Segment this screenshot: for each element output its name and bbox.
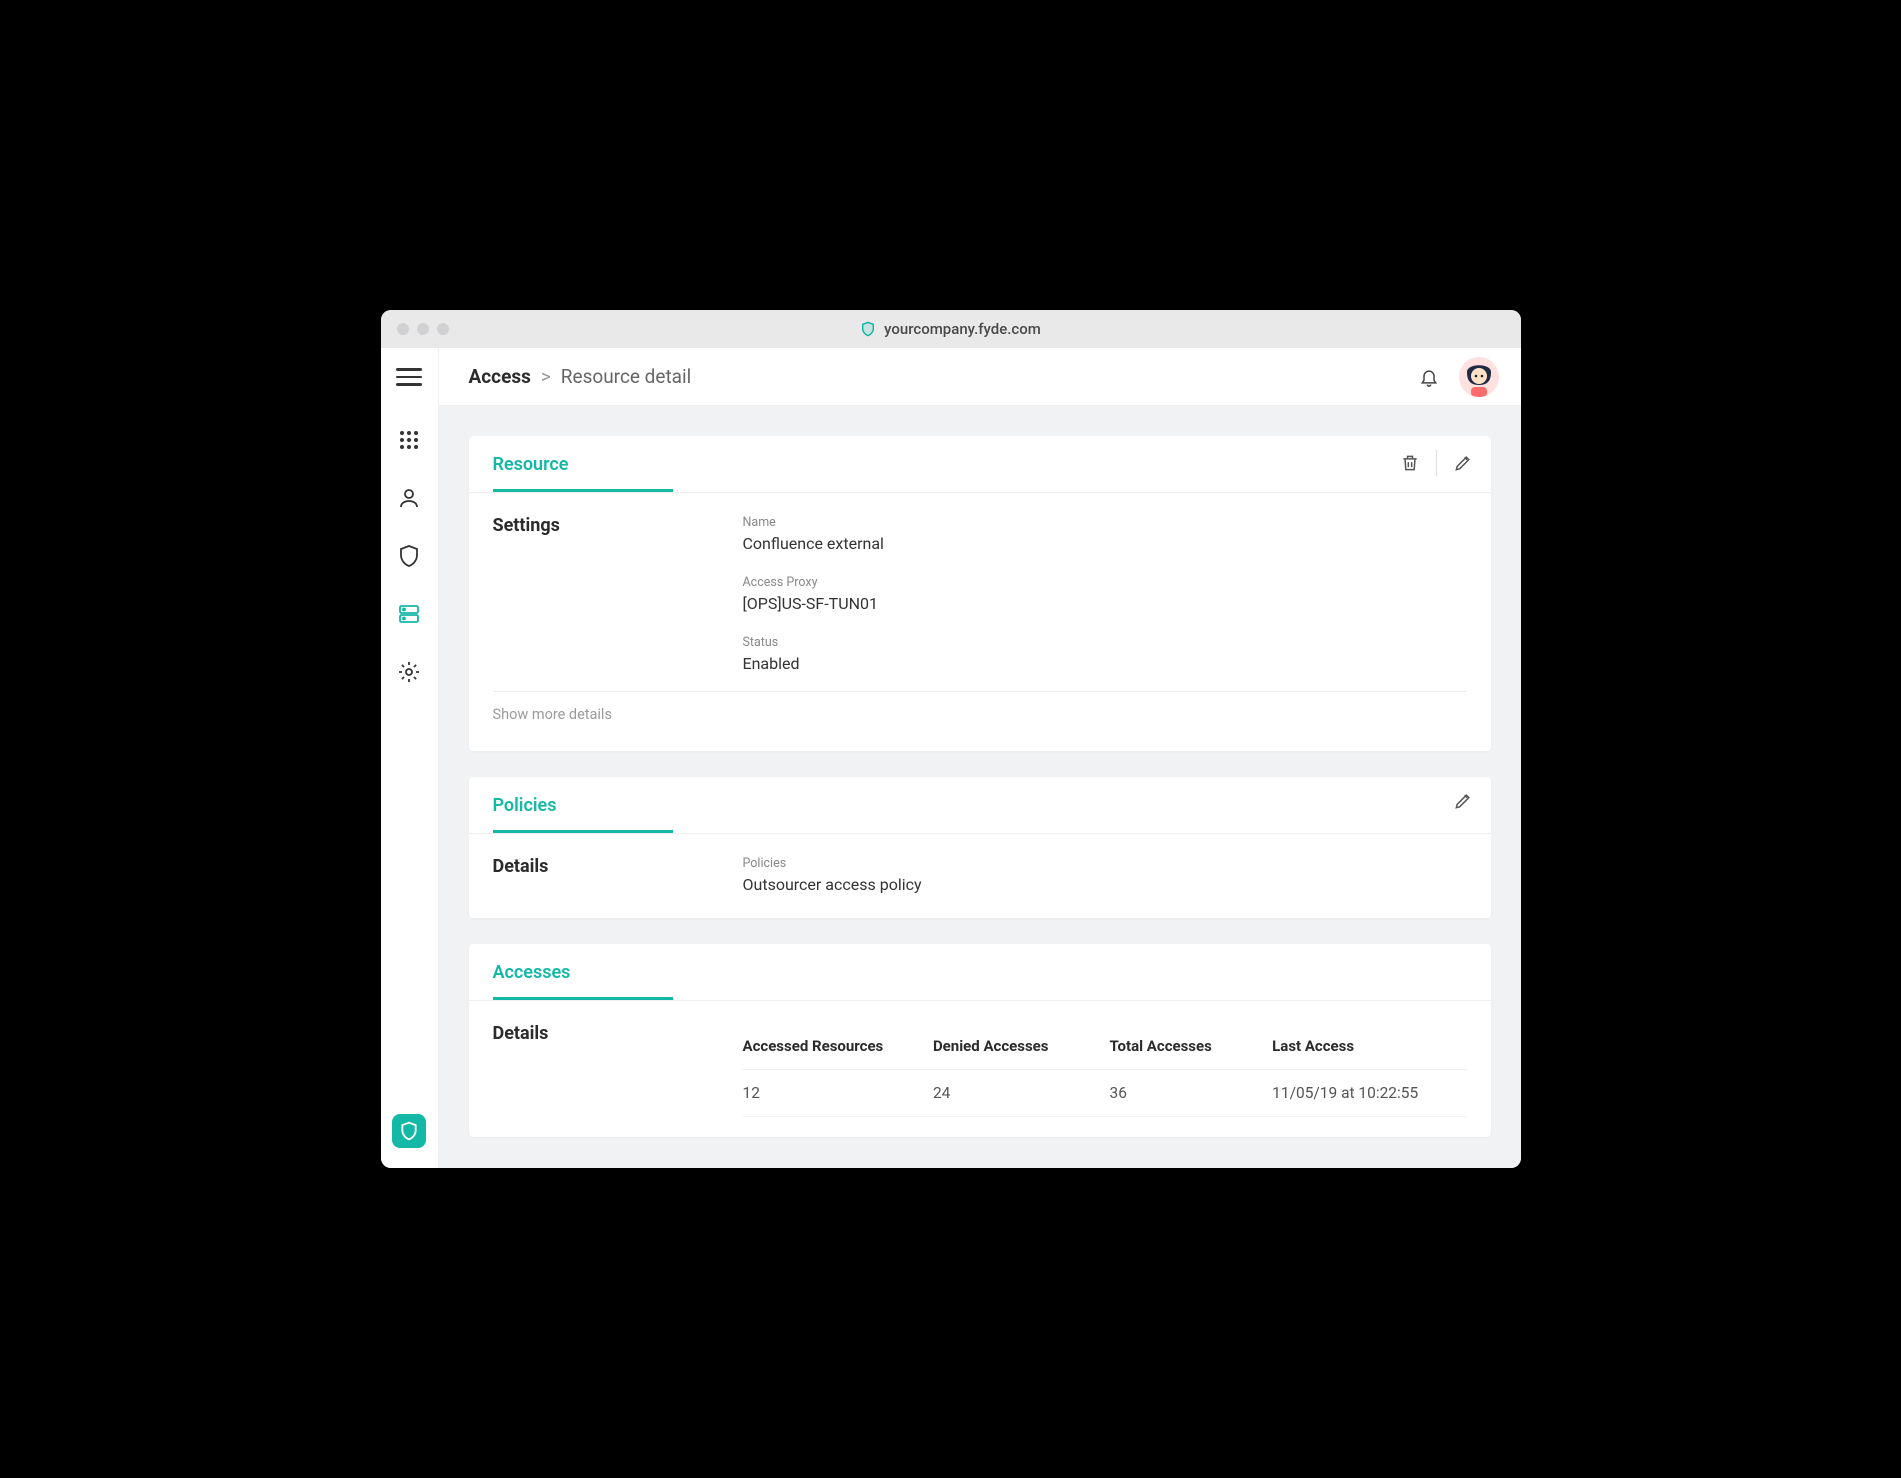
maximize-dot[interactable] bbox=[437, 323, 449, 335]
field-proxy-value: [OPS]US-SF-TUN01 bbox=[743, 594, 1467, 613]
field-proxy-label: Access Proxy bbox=[743, 575, 1467, 590]
window-controls[interactable] bbox=[381, 323, 449, 335]
address-bar: yourcompany.fyde.com bbox=[381, 320, 1521, 338]
col-denied-accesses: Denied Accesses bbox=[933, 1037, 1100, 1055]
window-titlebar: yourcompany.fyde.com bbox=[381, 310, 1521, 348]
accesses-card-header: Accesses bbox=[469, 944, 1491, 1001]
accesses-section-label: Details bbox=[493, 1023, 743, 1044]
browser-window: yourcompany.fyde.com bbox=[381, 310, 1521, 1168]
delete-button[interactable] bbox=[1400, 453, 1420, 473]
field-policies: Policies Outsourcer access policy bbox=[743, 856, 1467, 894]
resource-card-header: Resource bbox=[469, 436, 1491, 493]
policies-card-actions bbox=[1453, 791, 1473, 811]
cell-accessed-resources: 12 bbox=[743, 1084, 923, 1102]
field-status: Status Enabled bbox=[743, 635, 1467, 673]
minimize-dot[interactable] bbox=[417, 323, 429, 335]
action-divider bbox=[1436, 450, 1437, 476]
field-policies-label: Policies bbox=[743, 856, 1467, 871]
server-icon[interactable] bbox=[397, 602, 421, 626]
field-proxy: Access Proxy [OPS]US-SF-TUN01 bbox=[743, 575, 1467, 613]
field-name: Name Confluence external bbox=[743, 515, 1467, 553]
cell-last-access: 11/05/19 at 10:22:55 bbox=[1272, 1084, 1466, 1102]
resource-card: Resource bbox=[469, 436, 1491, 751]
gear-icon[interactable] bbox=[397, 660, 421, 684]
edit-button[interactable] bbox=[1453, 453, 1473, 473]
policies-card-title: Policies bbox=[493, 795, 673, 833]
sidebar bbox=[381, 348, 439, 1168]
url-text: yourcompany.fyde.com bbox=[884, 320, 1041, 338]
show-more-link[interactable]: Show more details bbox=[493, 692, 1467, 741]
shield-icon[interactable] bbox=[397, 544, 421, 568]
field-status-value: Enabled bbox=[743, 654, 1467, 673]
accesses-card: Accesses Details Accessed Resources Deni… bbox=[469, 944, 1491, 1137]
brand-badge bbox=[381, 1114, 438, 1148]
policies-section-label: Details bbox=[493, 856, 743, 894]
resource-card-body: Settings Name Confluence external Access… bbox=[469, 493, 1491, 751]
sidebar-nav bbox=[397, 428, 421, 684]
bell-icon[interactable] bbox=[1419, 367, 1439, 387]
breadcrumb-root[interactable]: Access bbox=[469, 365, 531, 388]
menu-toggle-button[interactable] bbox=[396, 368, 422, 386]
accesses-card-title: Accesses bbox=[493, 962, 673, 1000]
edit-policies-button[interactable] bbox=[1453, 791, 1473, 811]
grid-icon[interactable] bbox=[397, 428, 421, 452]
policies-card-header: Policies bbox=[469, 777, 1491, 834]
breadcrumb: Access > Resource detail bbox=[469, 365, 692, 388]
col-total-accesses: Total Accesses bbox=[1110, 1037, 1263, 1055]
resource-card-title: Resource bbox=[493, 454, 673, 492]
main-area: Access > Resource detail bbox=[439, 348, 1521, 1168]
cell-denied-accesses: 24 bbox=[933, 1084, 1100, 1102]
breadcrumb-leaf: Resource detail bbox=[561, 365, 691, 388]
shield-icon bbox=[860, 321, 876, 337]
col-accessed-resources: Accessed Resources bbox=[743, 1037, 923, 1055]
cell-total-accesses: 36 bbox=[1110, 1084, 1263, 1102]
resource-card-actions bbox=[1400, 450, 1473, 476]
accesses-card-body: Details Accessed Resources Denied Access… bbox=[469, 1001, 1491, 1137]
col-last-access: Last Access bbox=[1272, 1037, 1466, 1055]
content: Resource bbox=[439, 406, 1521, 1167]
close-dot[interactable] bbox=[397, 323, 409, 335]
field-name-label: Name bbox=[743, 515, 1467, 530]
topbar: Access > Resource detail bbox=[439, 348, 1521, 406]
accesses-table-row: 12 24 36 11/05/19 at 10:22:55 bbox=[743, 1070, 1467, 1117]
app-shell: Access > Resource detail bbox=[381, 348, 1521, 1168]
accesses-table-head: Accessed Resources Denied Accesses Total… bbox=[743, 1023, 1467, 1070]
user-icon[interactable] bbox=[397, 486, 421, 510]
policies-card-body: Details Policies Outsourcer access polic… bbox=[469, 834, 1491, 918]
resource-section-label: Settings bbox=[493, 515, 743, 673]
field-policies-value: Outsourcer access policy bbox=[743, 875, 1467, 894]
field-name-value: Confluence external bbox=[743, 534, 1467, 553]
breadcrumb-separator: > bbox=[541, 365, 551, 388]
avatar[interactable] bbox=[1459, 357, 1499, 397]
policies-card: Policies Details bbox=[469, 777, 1491, 918]
field-status-label: Status bbox=[743, 635, 1467, 650]
